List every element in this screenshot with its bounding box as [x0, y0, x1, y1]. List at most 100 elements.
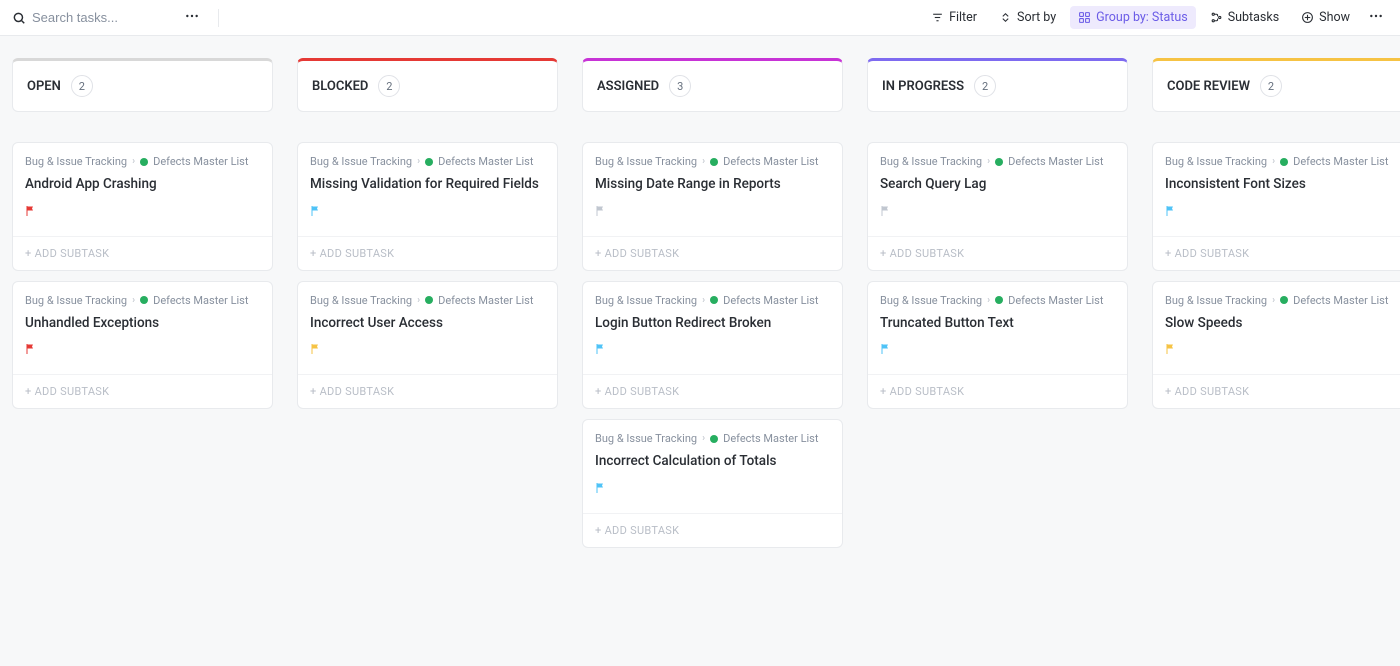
card-list: Bug & Issue Tracking › Defects Master Li…	[582, 142, 843, 548]
add-subtask-button[interactable]: + ADD SUBTASK	[298, 236, 557, 270]
sortby-button[interactable]: Sort by	[991, 6, 1064, 29]
status-dot-icon	[995, 158, 1003, 166]
breadcrumb-project[interactable]: Bug & Issue Tracking	[880, 155, 982, 168]
column-header[interactable]: OPEN 2	[12, 58, 273, 112]
task-card[interactable]: Bug & Issue Tracking › Defects Master Li…	[867, 142, 1128, 271]
group-icon	[1078, 11, 1091, 24]
breadcrumb-list[interactable]: Defects Master List	[438, 294, 533, 307]
breadcrumb-project[interactable]: Bug & Issue Tracking	[25, 155, 127, 168]
chevron-right-icon: ›	[702, 433, 705, 444]
breadcrumb-project[interactable]: Bug & Issue Tracking	[1165, 155, 1267, 168]
task-card[interactable]: Bug & Issue Tracking › Defects Master Li…	[12, 281, 273, 410]
task-title: Login Button Redirect Broken	[595, 315, 830, 333]
search-input[interactable]	[32, 10, 172, 25]
column-code-review: CODE REVIEW 2 Bug & Issue Tracking › Def…	[1152, 58, 1400, 409]
add-subtask-button[interactable]: + ADD SUBTASK	[13, 374, 272, 408]
groupby-button[interactable]: Group by: Status	[1070, 6, 1196, 29]
toolbar: Filter Sort by Group by: Status Subtasks…	[0, 0, 1400, 36]
chevron-right-icon: ›	[1272, 156, 1275, 167]
priority-flag[interactable]	[1165, 340, 1400, 360]
breadcrumb-list[interactable]: Defects Master List	[1293, 294, 1388, 307]
task-title: Truncated Button Text	[880, 315, 1115, 333]
task-card[interactable]: Bug & Issue Tracking › Defects Master Li…	[12, 142, 273, 271]
breadcrumb-project[interactable]: Bug & Issue Tracking	[595, 432, 697, 445]
chevron-right-icon: ›	[987, 295, 990, 306]
task-card[interactable]: Bug & Issue Tracking › Defects Master Li…	[582, 281, 843, 410]
column-header[interactable]: CODE REVIEW 2	[1152, 58, 1400, 112]
kanban-board: OPEN 2 Bug & Issue Tracking › Defects Ma…	[0, 36, 1400, 570]
column-header[interactable]: ASSIGNED 3	[582, 58, 843, 112]
column-title: CODE REVIEW	[1167, 79, 1250, 94]
breadcrumb-project[interactable]: Bug & Issue Tracking	[595, 155, 697, 168]
add-subtask-button[interactable]: + ADD SUBTASK	[1153, 236, 1400, 270]
add-subtask-button[interactable]: + ADD SUBTASK	[583, 374, 842, 408]
breadcrumb-project[interactable]: Bug & Issue Tracking	[880, 294, 982, 307]
breadcrumb-project[interactable]: Bug & Issue Tracking	[310, 294, 412, 307]
add-subtask-button[interactable]: + ADD SUBTASK	[868, 374, 1127, 408]
priority-flag[interactable]	[310, 340, 545, 360]
column-header[interactable]: IN PROGRESS 2	[867, 58, 1128, 112]
task-card[interactable]: Bug & Issue Tracking › Defects Master Li…	[297, 281, 558, 410]
subtasks-icon	[1210, 11, 1223, 24]
task-title: Search Query Lag	[880, 176, 1115, 194]
groupby-label: Group by: Status	[1096, 10, 1188, 25]
breadcrumb: Bug & Issue Tracking › Defects Master Li…	[595, 294, 830, 307]
priority-flag[interactable]	[595, 340, 830, 360]
task-title: Unhandled Exceptions	[25, 315, 260, 333]
task-title: Android App Crashing	[25, 176, 260, 194]
task-card[interactable]: Bug & Issue Tracking › Defects Master Li…	[582, 142, 843, 271]
filter-label: Filter	[949, 10, 977, 25]
breadcrumb-list[interactable]: Defects Master List	[1293, 155, 1388, 168]
priority-flag[interactable]	[880, 340, 1115, 360]
column-count: 2	[378, 75, 400, 97]
breadcrumb-list[interactable]: Defects Master List	[1008, 294, 1103, 307]
breadcrumb-list[interactable]: Defects Master List	[723, 155, 818, 168]
priority-flag[interactable]	[1165, 202, 1400, 222]
subtasks-button[interactable]: Subtasks	[1202, 6, 1287, 29]
filter-button[interactable]: Filter	[923, 6, 985, 29]
breadcrumb-project[interactable]: Bug & Issue Tracking	[595, 294, 697, 307]
priority-flag[interactable]	[595, 202, 830, 222]
priority-flag[interactable]	[25, 202, 260, 222]
breadcrumb-project[interactable]: Bug & Issue Tracking	[25, 294, 127, 307]
breadcrumb-project[interactable]: Bug & Issue Tracking	[310, 155, 412, 168]
chevron-right-icon: ›	[702, 156, 705, 167]
show-label: Show	[1319, 10, 1350, 25]
breadcrumb-project[interactable]: Bug & Issue Tracking	[1165, 294, 1267, 307]
column-header[interactable]: BLOCKED 2	[297, 58, 558, 112]
divider	[218, 9, 219, 27]
task-title: Slow Speeds	[1165, 315, 1400, 333]
add-subtask-button[interactable]: + ADD SUBTASK	[583, 513, 842, 547]
add-subtask-button[interactable]: + ADD SUBTASK	[1153, 374, 1400, 408]
show-button[interactable]: Show	[1293, 6, 1358, 29]
breadcrumb-list[interactable]: Defects Master List	[1008, 155, 1103, 168]
priority-flag[interactable]	[880, 202, 1115, 222]
toolbar-more-right[interactable]	[1364, 6, 1388, 30]
task-card[interactable]: Bug & Issue Tracking › Defects Master Li…	[1152, 281, 1400, 410]
breadcrumb-list[interactable]: Defects Master List	[153, 155, 248, 168]
task-card[interactable]: Bug & Issue Tracking › Defects Master Li…	[582, 419, 843, 548]
card-list: Bug & Issue Tracking › Defects Master Li…	[867, 142, 1128, 409]
breadcrumb-list[interactable]: Defects Master List	[438, 155, 533, 168]
add-subtask-button[interactable]: + ADD SUBTASK	[868, 236, 1127, 270]
task-card[interactable]: Bug & Issue Tracking › Defects Master Li…	[867, 281, 1128, 410]
task-card[interactable]: Bug & Issue Tracking › Defects Master Li…	[1152, 142, 1400, 271]
status-dot-icon	[140, 158, 148, 166]
priority-flag[interactable]	[25, 340, 260, 360]
add-subtask-button[interactable]: + ADD SUBTASK	[13, 236, 272, 270]
column-count: 2	[1260, 75, 1282, 97]
breadcrumb-list[interactable]: Defects Master List	[153, 294, 248, 307]
breadcrumb-list[interactable]: Defects Master List	[723, 294, 818, 307]
status-dot-icon	[1280, 158, 1288, 166]
toolbar-more-left[interactable]	[180, 6, 204, 30]
priority-flag[interactable]	[310, 202, 545, 222]
column-title: BLOCKED	[312, 79, 368, 94]
task-card[interactable]: Bug & Issue Tracking › Defects Master Li…	[297, 142, 558, 271]
breadcrumb: Bug & Issue Tracking › Defects Master Li…	[1165, 155, 1400, 168]
add-subtask-button[interactable]: + ADD SUBTASK	[583, 236, 842, 270]
breadcrumb-list[interactable]: Defects Master List	[723, 432, 818, 445]
status-dot-icon	[425, 158, 433, 166]
priority-flag[interactable]	[595, 479, 830, 499]
add-subtask-button[interactable]: + ADD SUBTASK	[298, 374, 557, 408]
chevron-right-icon: ›	[132, 156, 135, 167]
